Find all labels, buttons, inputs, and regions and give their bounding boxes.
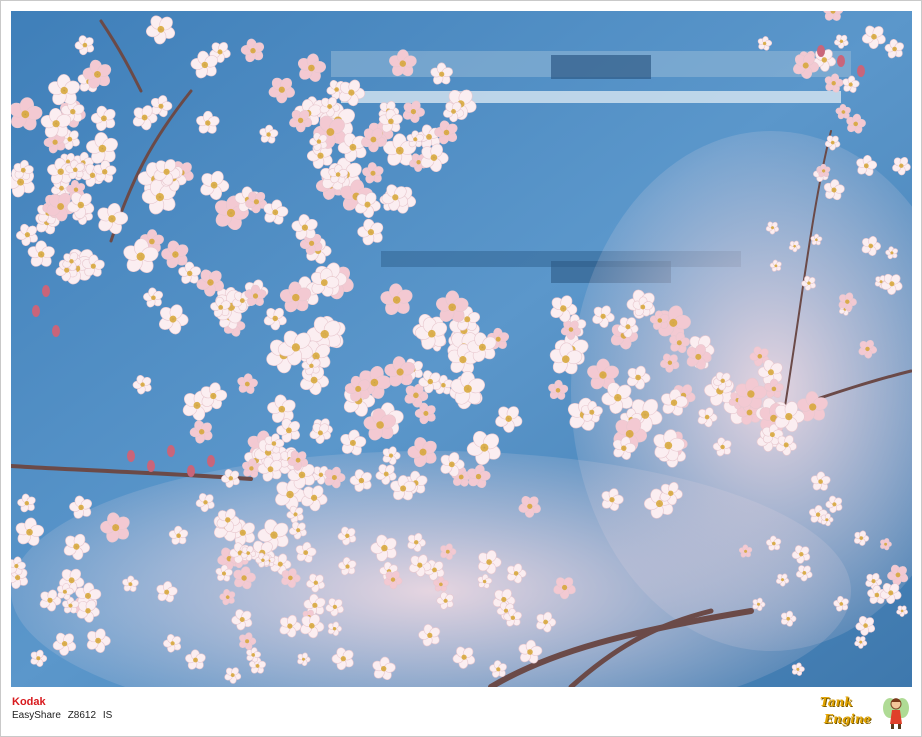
blossom-bud	[187, 465, 195, 477]
camera-model: EasyShare Z8612 IS	[12, 711, 112, 721]
blossom-bud	[837, 55, 845, 67]
watermark-line2: Engine	[824, 712, 872, 726]
cherry-blossom-photo	[11, 11, 912, 687]
camera-model-number: Z8612	[67, 710, 97, 721]
blossom-scene	[11, 11, 912, 687]
watermark-line1: Tank	[820, 695, 853, 709]
blossom-bud	[167, 445, 175, 457]
blossom-bud	[32, 305, 40, 317]
blossom-bud	[52, 325, 60, 337]
camera-brand: Kodak	[12, 696, 46, 708]
camera-model-line: EasyShare	[12, 710, 61, 721]
fairy-mascot-icon	[883, 698, 909, 729]
tank-engine-watermark: Tank Engine	[818, 694, 910, 730]
camera-caption: Kodak EasyShare Z8612 IS	[12, 697, 112, 721]
photo-frame	[0, 0, 922, 737]
blossom-bud	[147, 460, 155, 472]
blossom-bud	[857, 65, 865, 77]
camera-model-suffix: IS	[102, 710, 113, 721]
blossom-bud	[127, 450, 135, 462]
blossom-bud	[42, 285, 50, 297]
window-frame	[551, 55, 651, 79]
blossom-bud	[817, 45, 825, 57]
blossom-bud	[207, 455, 215, 467]
